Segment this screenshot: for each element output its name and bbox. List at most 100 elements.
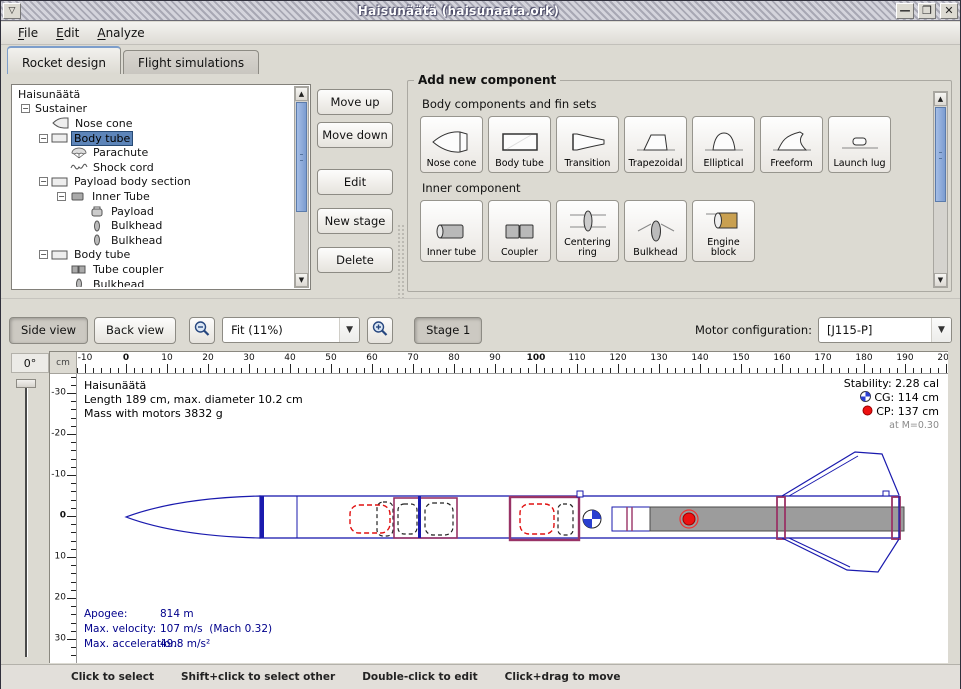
tree-item-bulkhead[interactable]: Bulkhead — [14, 233, 292, 248]
status-hint: Click to select — [71, 671, 154, 683]
scrollbar-thumb[interactable] — [296, 102, 307, 212]
body-tube-icon — [51, 176, 69, 188]
scrollbar-thumb[interactable] — [935, 107, 946, 202]
view-toolbar: Side view Back view Fit (11%) ▼ Stage 1 … — [1, 298, 960, 351]
add-engine-block-button[interactable]: Engine block — [692, 200, 755, 262]
add-coupler-button[interactable]: Coupler — [488, 200, 551, 262]
add-elliptical-button[interactable]: Elliptical — [692, 116, 755, 173]
stage-1-toggle[interactable]: Stage 1 — [414, 317, 482, 344]
component-scrollbar[interactable]: ▲ ▼ — [933, 91, 948, 288]
tree-item-label: Bulkhead — [109, 219, 164, 232]
splitter-handle[interactable] — [397, 224, 404, 300]
zoom-in-button[interactable] — [367, 317, 393, 344]
rocket-figure: cm -100102030405060708090100110120130140… — [49, 351, 948, 663]
tree-item-label: Inner Tube — [90, 190, 152, 203]
tree-item-haisun-t-[interactable]: Haisunäätä — [14, 87, 292, 102]
collapse-icon[interactable]: − — [39, 177, 48, 186]
collapse-icon[interactable]: − — [39, 250, 48, 259]
trapezoidal-icon — [634, 128, 678, 156]
ruler-label: 80 — [448, 353, 459, 363]
move-up-button[interactable]: Move up — [317, 89, 393, 115]
add-nose-cone-button[interactable]: Nose cone — [420, 116, 483, 173]
add-inner-tube-button[interactable]: Inner tube — [420, 200, 483, 262]
add-transition-button[interactable]: Transition — [556, 116, 619, 173]
close-button[interactable]: ✕ — [940, 3, 958, 19]
tree-item-body-tube[interactable]: −Body tube — [14, 131, 292, 146]
tree-item-payload[interactable]: Payload — [14, 204, 292, 219]
component-group-label: Body components and fin sets — [422, 97, 929, 111]
slider-handle[interactable] — [16, 379, 36, 388]
component-button-label: Freeform — [770, 159, 812, 169]
collapse-icon[interactable]: − — [21, 104, 30, 113]
tree-item-bulkhead[interactable]: Bulkhead — [14, 277, 292, 287]
ruler-label: 0 — [60, 511, 66, 521]
add-bulkhead-button[interactable]: Bulkhead — [624, 200, 687, 262]
scroll-down-icon[interactable]: ▼ — [934, 273, 947, 287]
component-button-label: Trapezoidal — [629, 159, 683, 169]
tree-item-label: Payload — [109, 205, 156, 218]
menu-file[interactable]: File — [9, 24, 47, 42]
ruler-label: 100 — [527, 353, 546, 363]
add-trapezoidal-button[interactable]: Trapezoidal — [624, 116, 687, 173]
zoom-select[interactable]: Fit (11%) ▼ — [222, 317, 360, 343]
ruler-label: 50 — [325, 353, 336, 363]
ruler-label: 70 — [407, 353, 418, 363]
menu-edit[interactable]: Edit — [47, 24, 88, 42]
tree-item-label: Bulkhead — [109, 234, 164, 247]
new-stage-button[interactable]: New stage — [317, 208, 393, 234]
scroll-down-icon[interactable]: ▼ — [295, 273, 308, 287]
side-view-button[interactable]: Side view — [9, 317, 88, 344]
add-centering-ring-button[interactable]: Centering ring — [556, 200, 619, 262]
chevron-down-icon: ▼ — [339, 318, 359, 342]
ruler-label: 90 — [489, 353, 500, 363]
tree-item-sustainer[interactable]: −Sustainer — [14, 102, 292, 117]
cg-marker — [583, 510, 601, 528]
rotation-slider[interactable] — [16, 379, 36, 661]
tree-scrollbar[interactable]: ▲ ▼ — [294, 86, 309, 288]
tab-rocket-design[interactable]: Rocket design — [7, 46, 121, 74]
scroll-up-icon[interactable]: ▲ — [295, 87, 308, 101]
rotation-value: 0° — [11, 353, 49, 373]
minimize-button[interactable]: — — [896, 3, 914, 19]
component-button-label: Coupler — [501, 248, 538, 258]
add-freeform-button[interactable]: Freeform — [760, 116, 823, 173]
tree-item-bulkhead[interactable]: Bulkhead — [14, 218, 292, 233]
rocket-canvas[interactable]: Haisunäätä Length 189 cm, max. diameter … — [77, 374, 948, 663]
add-launch-lug-button[interactable]: Launch lug — [828, 116, 891, 173]
rocket-info: Haisunäätä Length 189 cm, max. diameter … — [84, 379, 303, 421]
inner-tube-icon — [69, 190, 87, 202]
tab-bar: Rocket designFlight simulations — [1, 45, 960, 74]
tree-item-tube-coupler[interactable]: Tube coupler — [14, 262, 292, 277]
component-button-label: Body tube — [495, 159, 544, 169]
collapse-icon[interactable]: − — [57, 192, 66, 201]
window-menu-button[interactable]: ▽ — [3, 3, 21, 19]
tree-item-inner-tube[interactable]: − Inner Tube — [14, 189, 292, 204]
add-body-tube-button[interactable]: Body tube — [488, 116, 551, 173]
tree-item-payload-body-section[interactable]: −Payload body section — [14, 175, 292, 190]
tree-item-parachute[interactable]: Parachute — [14, 145, 292, 160]
ruler-label: 30 — [243, 353, 254, 363]
ruler-unit: cm — [50, 352, 77, 374]
tree-action-buttons: Move up Move down Edit New stage Delete — [317, 74, 393, 298]
title-bar: ▽ Haisunäätä (haisunaata.ork) — ❐ ✕ — [1, 1, 960, 21]
zoom-out-button[interactable] — [189, 317, 215, 344]
edit-button[interactable]: Edit — [317, 169, 393, 195]
collapse-icon[interactable]: − — [39, 134, 48, 143]
delete-button[interactable]: Delete — [317, 247, 393, 273]
component-tree: Haisunäätä−SustainerNose cone−Body tubeP… — [11, 84, 311, 290]
motor-configuration-select[interactable]: [J115-P] ▼ — [818, 317, 952, 343]
ruler-label: -30 — [51, 388, 66, 398]
ruler-label: 190 — [896, 353, 913, 363]
maximize-button[interactable]: ❐ — [918, 3, 936, 19]
back-view-button[interactable]: Back view — [94, 317, 176, 344]
menu-analyze[interactable]: Analyze — [88, 24, 153, 42]
tab-flight-simulations[interactable]: Flight simulations — [123, 50, 259, 74]
tree-item-shock-cord[interactable]: Shock cord — [14, 160, 292, 175]
tree-item-nose-cone[interactable]: Nose cone — [14, 116, 292, 131]
ruler-label: 10 — [55, 552, 66, 562]
move-down-button[interactable]: Move down — [317, 122, 393, 148]
horizontal-ruler: -100102030405060708090100110120130140150… — [77, 352, 948, 374]
design-panel: Haisunäätä−SustainerNose cone−Body tubeP… — [1, 74, 960, 298]
tree-item-body-tube[interactable]: −Body tube — [14, 248, 292, 263]
scroll-up-icon[interactable]: ▲ — [934, 92, 947, 106]
